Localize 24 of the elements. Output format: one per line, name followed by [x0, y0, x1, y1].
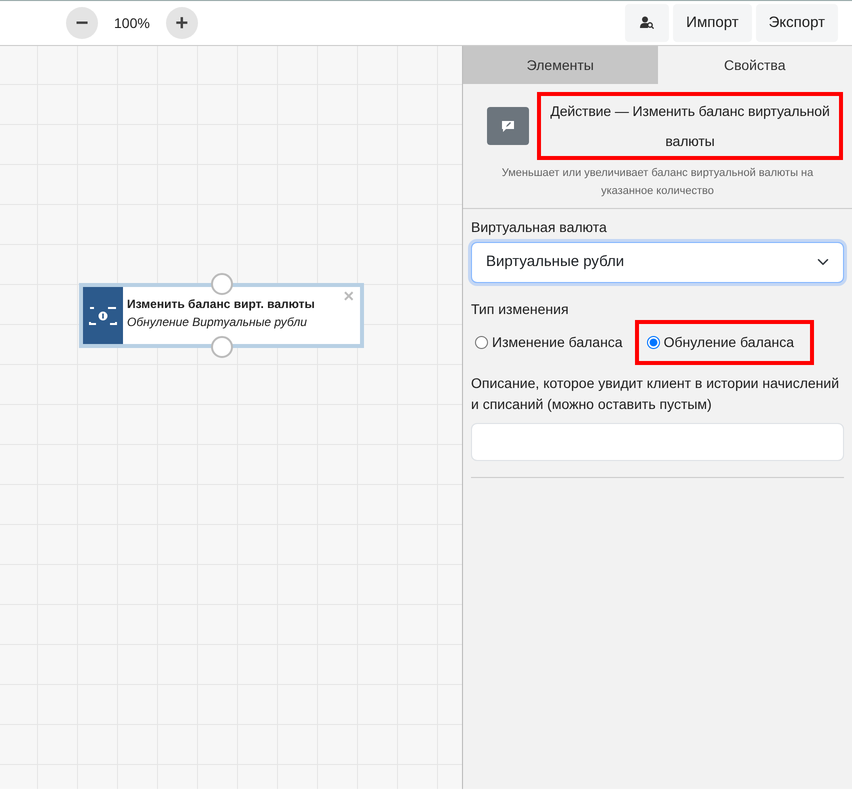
radio-button[interactable]	[475, 336, 488, 348]
banknote-icon	[89, 306, 117, 324]
panel-tab[interactable]: Элементы	[463, 46, 658, 84]
user-search-button[interactable]	[625, 4, 670, 42]
radio-label[interactable]: Обнуление баланса	[664, 332, 794, 352]
currency-select[interactable]: Виртуальные рубли	[471, 242, 844, 282]
node-subtitle: Обнуление Виртуальные рубли	[127, 314, 308, 331]
zoom-in-button[interactable]: +	[166, 7, 198, 39]
radio-button[interactable]	[646, 336, 660, 348]
element-description: Уменьшает или увеличивает баланс виртуальной валюты на указанное количество	[500, 166, 814, 199]
description-field[interactable]	[471, 422, 844, 460]
field-label: Тип изменения	[471, 300, 570, 318]
zoom-level: 100%	[114, 14, 150, 32]
action-icon	[487, 107, 529, 145]
toolbar-button[interactable]: Экспорт	[756, 4, 838, 42]
zoom-out-button[interactable]: −	[66, 7, 98, 39]
user-search-icon	[640, 16, 654, 30]
field-label: Описание, которое увидит клиент в истории начислений и списаний (можно оставить пустым)	[471, 374, 840, 414]
node-title: Изменить баланс вирт. валюты	[127, 296, 315, 313]
properties-heading: Действие — Изменить баланс виртуальной валюты	[537, 92, 843, 160]
field-label: Виртуальная валюта	[471, 218, 608, 237]
radio-label[interactable]: Изменение баланса	[492, 332, 623, 352]
flow-node[interactable]: Изменить баланс вирт. валюты Обнуление Виртуальные рубли ×	[79, 283, 364, 348]
toolbar-button[interactable]: Импорт	[673, 4, 752, 42]
